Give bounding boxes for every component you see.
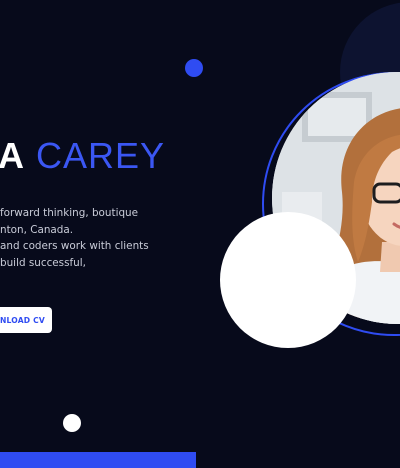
hero-name-first: A — [0, 135, 25, 176]
hero-description-line: nton, Canada. — [0, 223, 74, 236]
decorative-blue-dot — [185, 59, 203, 77]
download-cv-button[interactable]: NLOAD CV — [0, 307, 52, 333]
decorative-white-dot — [63, 414, 81, 432]
hero-description: forward thinking, boutique nton, Canada.… — [0, 205, 160, 271]
hero-name-heading: A CAREY — [0, 136, 165, 176]
hero-description-line: forward thinking, boutique — [0, 207, 139, 219]
hero-section: A CAREY forward thinking, boutique nton,… — [0, 0, 400, 468]
hero-description-line: build successful, — [0, 256, 86, 269]
decorative-white-circle — [220, 212, 356, 348]
hero-description-line: and coders work with clients — [0, 240, 149, 252]
hero-name-last: CAREY — [36, 135, 166, 176]
bottom-accent-bar — [0, 452, 196, 468]
